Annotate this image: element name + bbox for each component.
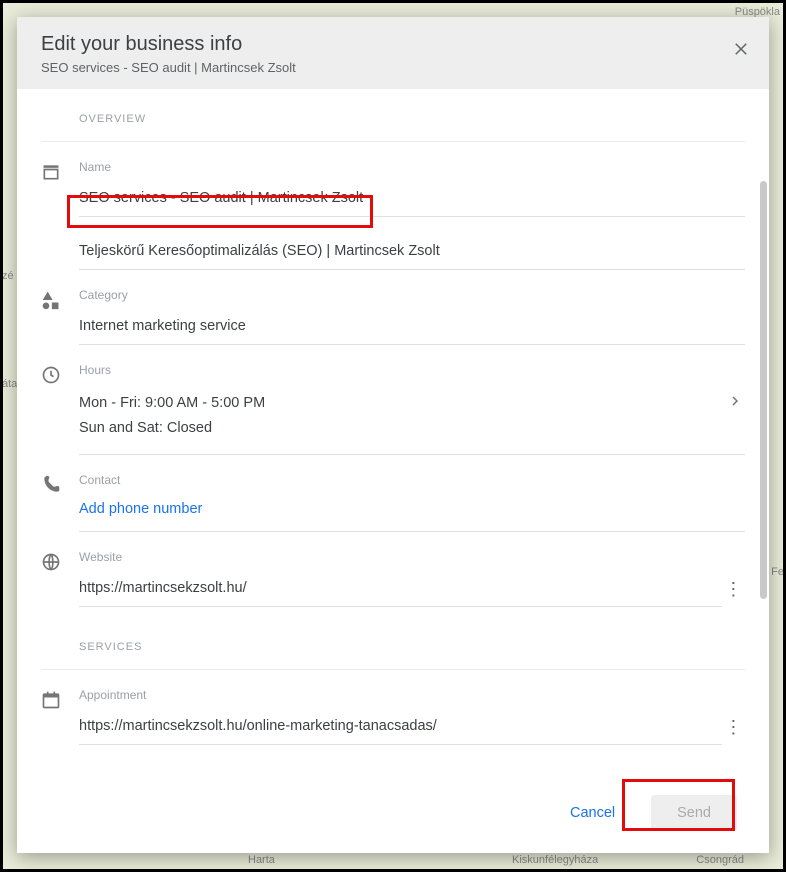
- outer-frame: [0, 0, 786, 872]
